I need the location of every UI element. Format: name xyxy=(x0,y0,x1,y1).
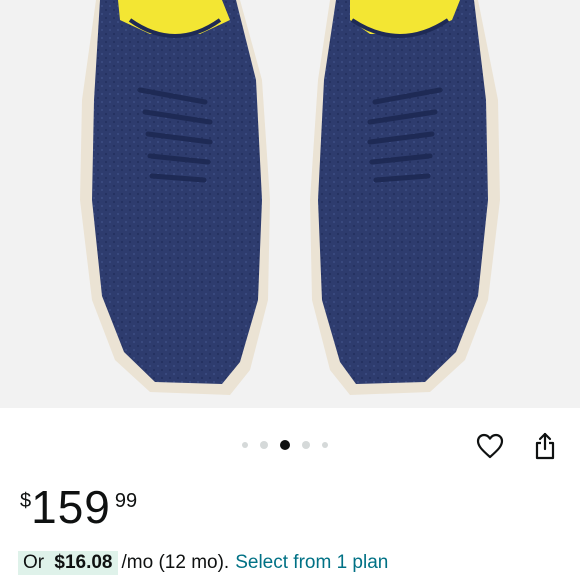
wishlist-button[interactable] xyxy=(474,430,506,462)
price-currency-symbol: $ xyxy=(20,490,32,512)
installment-offer: Or $16.08 /mo (12 mo). Select from 1 pla… xyxy=(18,551,388,575)
pager-dot-4[interactable] xyxy=(302,441,310,449)
heart-icon xyxy=(476,433,504,459)
select-plan-link[interactable]: Select from 1 plan xyxy=(235,552,388,574)
product-image[interactable] xyxy=(0,0,580,408)
pager-dot-2[interactable] xyxy=(260,441,268,449)
image-pager[interactable] xyxy=(242,440,328,450)
installment-amount-badge: Or $16.08 xyxy=(18,551,118,575)
pager-dot-1[interactable] xyxy=(242,442,248,448)
price-whole: 159 xyxy=(31,481,111,533)
shoe-illustration xyxy=(80,0,500,395)
installment-amount: $16.08 xyxy=(54,552,113,573)
pager-dot-5[interactable] xyxy=(322,442,328,448)
share-icon xyxy=(535,432,555,460)
product-price: $ 159 99 xyxy=(20,484,137,530)
right-shoe xyxy=(310,0,500,395)
share-button[interactable] xyxy=(529,430,561,462)
installment-prefix: Or xyxy=(23,552,45,573)
price-fraction: 99 xyxy=(114,490,138,512)
left-shoe xyxy=(80,0,270,395)
pager-dot-3[interactable] xyxy=(280,440,290,450)
installment-terms: /mo (12 mo). xyxy=(121,552,230,573)
